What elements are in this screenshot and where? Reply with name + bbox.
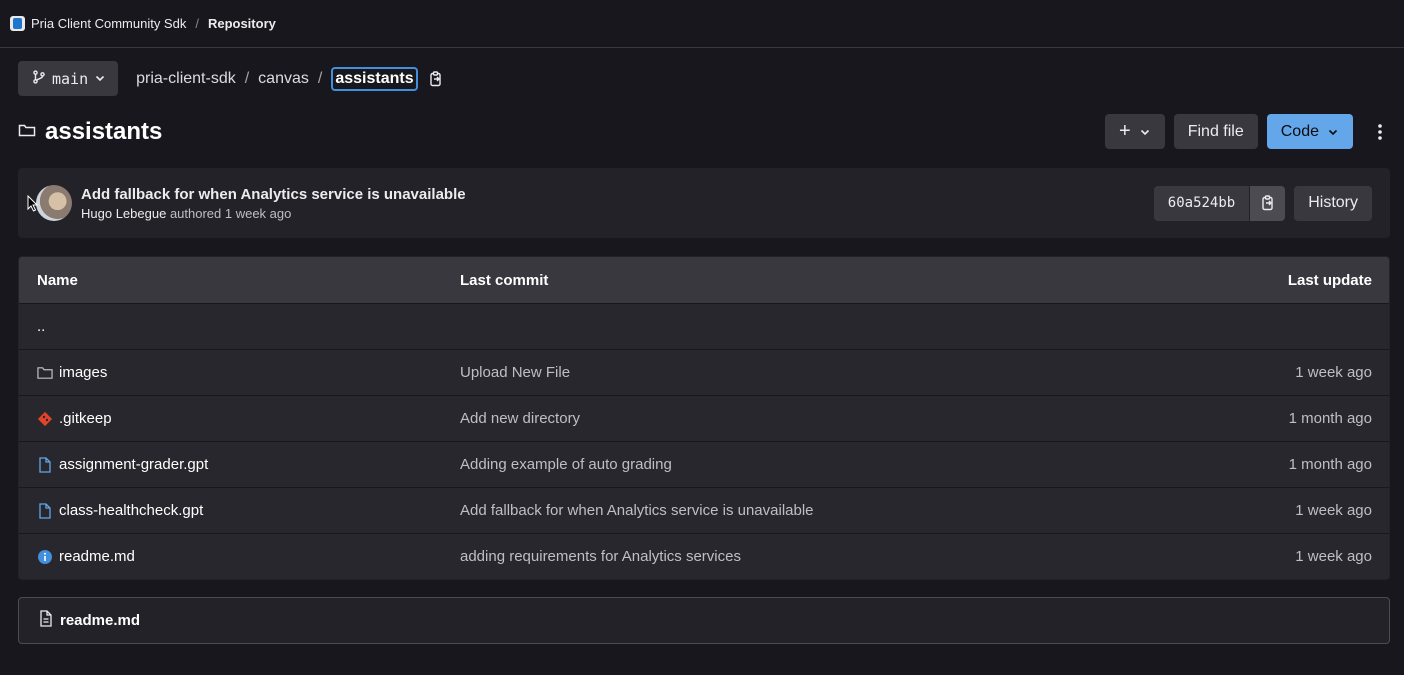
table-row-parent-dir[interactable]: .. bbox=[19, 303, 1389, 349]
page-title: assistants bbox=[45, 117, 163, 145]
commit-meta: Hugo Lebegue authored 1 week ago bbox=[81, 206, 466, 221]
document-icon bbox=[39, 610, 53, 631]
plus-icon: + bbox=[1119, 120, 1131, 142]
file-name-link[interactable]: class-healthcheck.gpt bbox=[59, 502, 203, 519]
copy-sha-icon[interactable] bbox=[1249, 185, 1286, 221]
file-icon bbox=[37, 456, 53, 473]
path-segment-root[interactable]: pria-client-sdk bbox=[136, 70, 236, 88]
file-name-link[interactable]: readme.md bbox=[59, 548, 135, 565]
header-actions: + Find file Code bbox=[1105, 114, 1390, 149]
last-update-time: 1 week ago bbox=[1295, 364, 1372, 381]
commit-message-link[interactable]: Add fallback for when Analytics service … bbox=[81, 186, 466, 203]
table-row[interactable]: assignment-grader.gpt Adding example of … bbox=[19, 441, 1389, 487]
top-breadcrumb-bar: Pria Client Community Sdk / Repository bbox=[0, 0, 1404, 48]
commit-info: Add fallback for when Analytics service … bbox=[81, 186, 466, 221]
add-dropdown-button[interactable]: + bbox=[1105, 114, 1165, 149]
table-row[interactable]: readme.md adding requirements for Analyt… bbox=[19, 533, 1389, 579]
last-update-time: 1 month ago bbox=[1288, 410, 1372, 427]
file-path-breadcrumb: pria-client-sdk / canvas / assistants bbox=[136, 66, 444, 91]
commit-sha-group: 60a524bb bbox=[1153, 185, 1286, 221]
last-update-time: 1 month ago bbox=[1288, 456, 1372, 473]
find-file-button[interactable]: Find file bbox=[1173, 114, 1258, 149]
file-tree-table: Name Last commit Last update .. images U… bbox=[18, 256, 1390, 580]
commit-message-link[interactable]: adding requirements for Analytics servic… bbox=[460, 548, 1089, 565]
code-dropdown-button[interactable]: Code bbox=[1266, 114, 1353, 149]
commit-authored-time: authored 1 week ago bbox=[169, 205, 292, 221]
breadcrumb-project-link[interactable]: Pria Client Community Sdk bbox=[31, 16, 186, 31]
last-update-time: 1 week ago bbox=[1295, 548, 1372, 565]
mouse-cursor-icon bbox=[27, 194, 39, 216]
file-icon bbox=[37, 502, 53, 519]
path-segment-current[interactable]: assistants bbox=[331, 66, 418, 91]
commit-actions: 60a524bb History bbox=[1153, 185, 1372, 221]
branch-path-row: main pria-client-sdk / canvas / assistan… bbox=[18, 61, 444, 96]
last-update-time: 1 week ago bbox=[1295, 502, 1372, 519]
project-avatar-icon[interactable] bbox=[10, 16, 25, 31]
folder-icon bbox=[37, 365, 53, 381]
chevron-down-icon bbox=[1328, 129, 1338, 135]
parent-dir-link[interactable]: .. bbox=[37, 318, 45, 335]
breadcrumb-separator: / bbox=[195, 16, 199, 31]
commit-sha[interactable]: 60a524bb bbox=[1153, 185, 1250, 221]
chevron-down-icon bbox=[94, 70, 106, 88]
column-header-last-commit: Last commit bbox=[460, 271, 549, 289]
file-name-link[interactable]: images bbox=[59, 364, 107, 381]
last-commit-panel: Add fallback for when Analytics service … bbox=[18, 168, 1390, 238]
path-separator: / bbox=[317, 69, 323, 87]
folder-icon bbox=[18, 122, 36, 142]
chevron-down-icon bbox=[1140, 129, 1149, 135]
readme-header: readme.md bbox=[18, 597, 1390, 644]
commit-message-link[interactable]: Adding example of auto grading bbox=[460, 456, 1089, 473]
table-row[interactable]: class-healthcheck.gpt Add fallback for w… bbox=[19, 487, 1389, 533]
commit-message-link[interactable]: Add new directory bbox=[460, 410, 1089, 427]
path-separator: / bbox=[244, 69, 250, 87]
git-icon bbox=[37, 411, 53, 427]
history-button[interactable]: History bbox=[1294, 185, 1372, 221]
info-icon bbox=[37, 549, 53, 565]
copy-path-icon[interactable] bbox=[428, 70, 444, 87]
breadcrumb-repository-link[interactable]: Repository bbox=[208, 16, 276, 31]
branch-name: main bbox=[52, 69, 89, 88]
code-button-label: Code bbox=[1280, 122, 1319, 140]
table-row[interactable]: .gitkeep Add new directory 1 month ago bbox=[19, 395, 1389, 441]
file-name-link[interactable]: assignment-grader.gpt bbox=[59, 456, 208, 473]
branch-icon bbox=[32, 69, 46, 88]
author-avatar[interactable] bbox=[36, 185, 72, 221]
readme-filename-link[interactable]: readme.md bbox=[60, 612, 140, 629]
directory-header: assistants + Find file Code bbox=[18, 113, 1390, 150]
table-row[interactable]: images Upload New File 1 week ago bbox=[19, 349, 1389, 395]
more-actions-kebab-icon[interactable] bbox=[1370, 123, 1390, 141]
commit-message-link[interactable]: Add fallback for when Analytics service … bbox=[460, 502, 1089, 519]
file-name-link[interactable]: .gitkeep bbox=[59, 410, 112, 427]
branch-selector-button[interactable]: main bbox=[18, 61, 119, 96]
commit-message-link[interactable]: Upload New File bbox=[460, 364, 1089, 381]
column-header-name: Name bbox=[37, 271, 78, 289]
path-segment-canvas[interactable]: canvas bbox=[258, 70, 309, 88]
table-header: Name Last commit Last update bbox=[19, 257, 1389, 303]
commit-author-link[interactable]: Hugo Lebegue bbox=[81, 206, 166, 221]
column-header-last-update: Last update bbox=[1287, 271, 1372, 289]
